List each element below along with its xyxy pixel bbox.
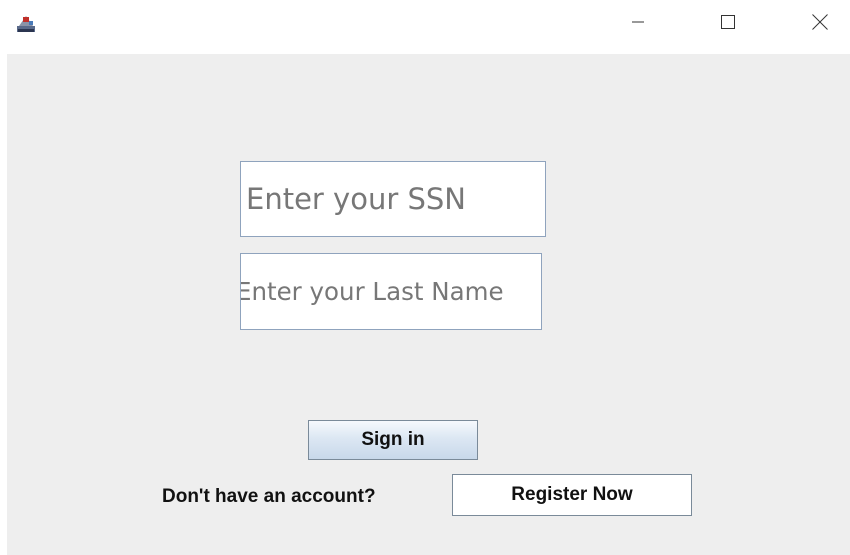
ssn-input[interactable]: Enter your SSN (240, 161, 546, 237)
close-icon (811, 13, 829, 36)
login-panel: Enter your SSN Enter your Last Name Sign… (7, 54, 850, 555)
sign-in-button[interactable]: Sign in (308, 420, 478, 460)
close-button[interactable] (790, 0, 850, 48)
java-app-icon (15, 12, 37, 34)
last-name-input[interactable]: Enter your Last Name (240, 253, 542, 330)
register-now-button[interactable]: Register Now (452, 474, 692, 516)
no-account-label: Don't have an account? (162, 486, 376, 507)
app-window: Enter your SSN Enter your Last Name Sign… (0, 0, 850, 555)
minimize-button[interactable] (608, 0, 668, 48)
title-bar (0, 0, 850, 50)
maximize-icon (720, 14, 736, 35)
maximize-button[interactable] (698, 0, 758, 48)
minimize-icon (630, 14, 646, 35)
